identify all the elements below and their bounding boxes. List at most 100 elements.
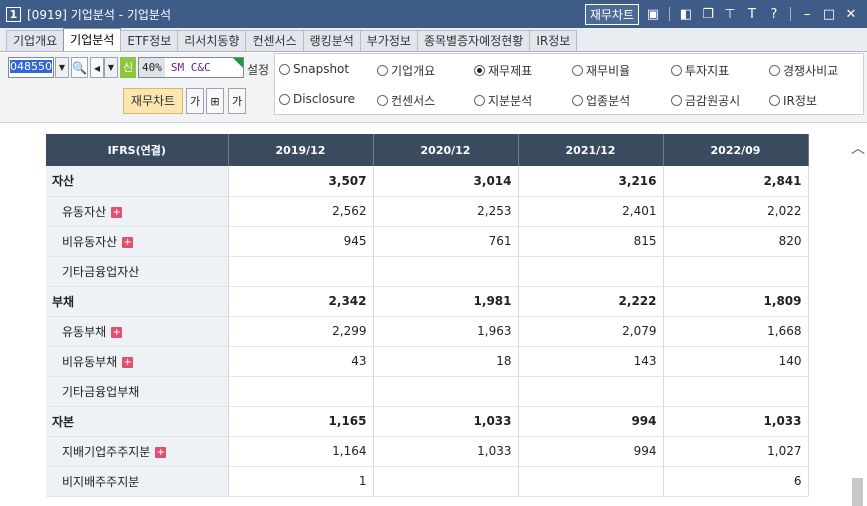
- column-header: IFRS(연결): [46, 134, 229, 166]
- font-up-button[interactable]: 가: [228, 88, 246, 114]
- radio-option[interactable]: 재무비율: [572, 62, 630, 79]
- value-cell: 945: [228, 226, 374, 257]
- tab-item[interactable]: 랭킹분석: [302, 30, 361, 51]
- row-label: 비지배주주지분: [62, 474, 140, 489]
- tab-item[interactable]: 리서치동향: [177, 30, 247, 51]
- tab-item[interactable]: IR정보: [529, 30, 578, 51]
- row-label-cell[interactable]: 유동부채 +: [46, 316, 229, 347]
- row-label-cell: 비지배주주지분: [46, 466, 229, 497]
- radio-option[interactable]: 업종분석: [572, 92, 630, 109]
- maximize-icon[interactable]: □: [821, 6, 837, 22]
- minimize-icon[interactable]: –: [799, 6, 815, 22]
- row-label: 기타금융업자산: [62, 264, 140, 279]
- chevron-down-icon[interactable]: ▼: [55, 57, 69, 78]
- search-icon[interactable]: 🔍: [71, 57, 88, 78]
- stock-code-input[interactable]: 048550: [8, 57, 54, 78]
- speaker-icon[interactable]: ◂: [90, 57, 104, 78]
- radio-icon[interactable]: [279, 93, 290, 105]
- radio-label: 업종분석: [586, 94, 631, 108]
- expand-plus-icon[interactable]: +: [111, 206, 123, 218]
- scroll-thumb[interactable]: [852, 478, 863, 506]
- row-label-cell: 기타금융업자산: [46, 256, 229, 287]
- expand-plus-icon[interactable]: +: [122, 236, 134, 248]
- radio-option[interactable]: 경쟁사비교: [769, 62, 838, 79]
- pin-icon[interactable]: ⊤: [722, 6, 738, 22]
- row-label-cell: 부채: [46, 286, 229, 317]
- value-cell: 761: [373, 226, 519, 257]
- value-cell: 3,507: [228, 166, 374, 197]
- help-icon[interactable]: ?: [766, 6, 782, 22]
- radio-option[interactable]: 컨센서스: [377, 92, 435, 109]
- radio-label: 기업개요: [391, 64, 436, 78]
- radio-option[interactable]: 금감원공시: [671, 92, 740, 109]
- tab-item[interactable]: 종목별증자예정현황: [416, 30, 531, 51]
- value-cell: 1,033: [663, 406, 809, 437]
- radio-option[interactable]: 기업개요: [377, 62, 435, 79]
- chevron-down-icon[interactable]: ▼: [104, 57, 118, 78]
- font-down-button[interactable]: 가: [186, 88, 204, 114]
- radio-icon[interactable]: [769, 65, 780, 76]
- value-cell: 1,668: [663, 316, 809, 347]
- financial-chart-button[interactable]: 재무차트: [584, 3, 639, 25]
- radio-icon[interactable]: [671, 65, 682, 76]
- radio-option[interactable]: Snapshot: [279, 62, 349, 76]
- column-header: 2019/12: [228, 134, 374, 166]
- tab-bar: 기업개요 기업분석 ETF정보 리서치동향 컨센서스 랭킹분석 부가정보 종목별증자예정현황 I…: [0, 28, 867, 52]
- radio-icon[interactable]: [377, 65, 388, 76]
- radio-icon[interactable]: [671, 95, 682, 106]
- radio-icon[interactable]: [474, 65, 485, 76]
- value-cell: [373, 256, 519, 287]
- expand-plus-icon[interactable]: +: [122, 356, 134, 368]
- radio-icon[interactable]: [474, 95, 485, 106]
- radio-option[interactable]: IR정보: [769, 92, 817, 109]
- expand-plus-icon[interactable]: +: [111, 326, 123, 338]
- value-cell: [228, 256, 374, 287]
- stock-name-field[interactable]: 40% SM C&C: [138, 57, 244, 78]
- row-label-cell[interactable]: 비유동자산 +: [46, 226, 229, 257]
- value-cell: 1,981: [373, 286, 519, 317]
- financial-chart-button-2[interactable]: 재무차트: [123, 88, 183, 114]
- text-size-icon[interactable]: T: [744, 6, 760, 22]
- row-label-cell[interactable]: 지배기업주주지분 +: [46, 436, 229, 467]
- radio-icon[interactable]: [279, 63, 290, 75]
- chevron-up-icon[interactable]: ︿: [851, 138, 865, 158]
- setting-button[interactable]: 설정: [247, 61, 269, 78]
- value-cell: [373, 466, 519, 497]
- window-link-icon[interactable]: ◧: [678, 6, 694, 22]
- copy-window-icon[interactable]: ❐: [700, 6, 716, 22]
- radio-option[interactable]: Disclosure: [279, 92, 355, 106]
- expand-plus-icon[interactable]: +: [155, 446, 167, 458]
- radio-icon[interactable]: [572, 65, 583, 76]
- radio-icon[interactable]: [572, 95, 583, 106]
- financial-table: IFRS(연결) 2019/12 2020/12 2021/12 2022/09 자산 3…: [46, 134, 809, 497]
- font-up-label: 가: [231, 95, 243, 108]
- window-number: 1: [6, 6, 21, 22]
- close-icon[interactable]: ✕: [843, 6, 859, 22]
- row-label-cell[interactable]: 유동자산 +: [46, 196, 229, 227]
- radio-option[interactable]: 재무제표: [474, 62, 532, 79]
- radio-icon[interactable]: [377, 95, 388, 106]
- scrollbar[interactable]: ︿: [848, 124, 867, 506]
- new-badge[interactable]: 신: [120, 57, 136, 78]
- value-cell: [518, 376, 664, 407]
- radio-option[interactable]: 지분분석: [474, 92, 532, 109]
- tab-item[interactable]: 컨센서스: [245, 30, 304, 51]
- radio-option[interactable]: 투자지표: [671, 62, 729, 79]
- row-label-cell[interactable]: 비유동부채 +: [46, 346, 229, 377]
- menu-radio-group: Snapshot 기업개요 재무제표 재무비율 투자지표 경쟁사비교 Disclosure 컨…: [274, 53, 864, 115]
- radio-label: 재무비율: [586, 64, 631, 78]
- corner-marker: [233, 58, 243, 68]
- table-row: 자본 1,165 1,033 994 1,033: [46, 406, 809, 437]
- expand-icon[interactable]: ⊞: [206, 88, 224, 114]
- radio-icon[interactable]: [769, 95, 780, 106]
- font-down-label: 가: [189, 95, 201, 108]
- tab-item[interactable]: 기업분석: [63, 28, 122, 51]
- row-label: 지배기업주주지분: [62, 444, 151, 459]
- tab-item[interactable]: 부가정보: [359, 30, 418, 51]
- value-cell: 43: [228, 346, 374, 377]
- value-cell: 1: [228, 466, 374, 497]
- value-cell: 1,033: [373, 436, 519, 467]
- tab-item[interactable]: 기업개요: [6, 30, 65, 51]
- tab-item[interactable]: ETF정보: [120, 30, 179, 51]
- chart-icon[interactable]: ▣: [645, 6, 661, 22]
